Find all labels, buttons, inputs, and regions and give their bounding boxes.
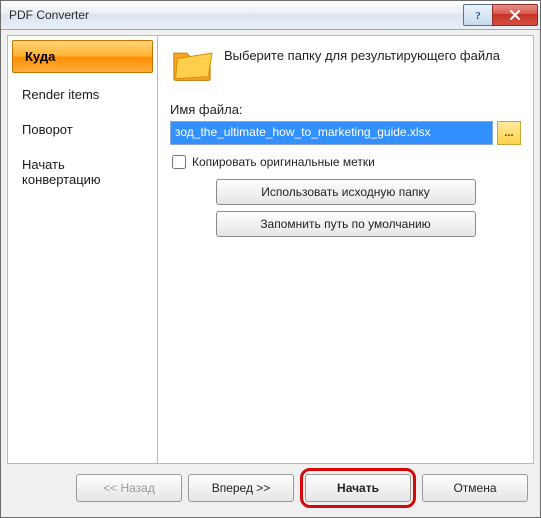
sidebar-item-destination[interactable]: Куда: [12, 40, 153, 73]
dialog-window: PDF Converter ? Куда Render items Поворо: [0, 0, 541, 518]
sidebar-item-label: Поворот: [22, 122, 73, 137]
footer: << Назад Вперед >> Начать Отмена: [7, 464, 534, 511]
content-header: Выберите папку для результирующего файла: [170, 44, 521, 84]
close-icon: [509, 9, 521, 21]
use-source-folder-button[interactable]: Использовать исходную папку: [216, 179, 476, 205]
content-panel: Выберите папку для результирующего файла…: [157, 35, 534, 464]
next-button[interactable]: Вперед >>: [188, 474, 294, 502]
button-stack: Использовать исходную папку Запомнить пу…: [170, 179, 521, 237]
copy-labels-row: Копировать оригинальные метки: [170, 155, 521, 169]
window-title: PDF Converter: [1, 8, 463, 22]
svg-text:?: ?: [475, 10, 481, 21]
sidebar: Куда Render items Поворот Начать конверт…: [7, 35, 157, 464]
filename-label: Имя файла:: [170, 102, 521, 117]
highlight-annotation: Начать: [300, 468, 416, 508]
button-label: << Назад: [103, 481, 155, 495]
close-button[interactable]: [492, 4, 538, 26]
help-icon: ?: [472, 9, 484, 21]
folder-icon: [170, 44, 214, 84]
sidebar-item-label: Начать конвертацию: [22, 157, 101, 187]
browse-label: ...: [504, 127, 513, 139]
back-button[interactable]: << Назад: [76, 474, 182, 502]
copy-labels-checkbox[interactable]: [172, 155, 186, 169]
sidebar-item-label: Куда: [25, 49, 55, 64]
sidebar-item-start-conv[interactable]: Начать конвертацию: [8, 147, 157, 197]
button-label: Отмена: [453, 481, 496, 495]
remember-path-button[interactable]: Запомнить путь по умолчанию: [216, 211, 476, 237]
sidebar-item-rotate[interactable]: Поворот: [8, 112, 157, 147]
main-row: Куда Render items Поворот Начать конверт…: [7, 35, 534, 464]
filename-row: зод_the_ultimate_how_to_marketing_guide.…: [170, 121, 521, 145]
button-label: Запомнить путь по умолчанию: [260, 217, 430, 231]
browse-button[interactable]: ...: [497, 121, 521, 145]
filename-value: зод_the_ultimate_how_to_marketing_guide.…: [171, 122, 492, 144]
button-label: Вперед >>: [212, 481, 271, 495]
dialog-body: Куда Render items Поворот Начать конверт…: [1, 30, 540, 517]
copy-labels-text: Копировать оригинальные метки: [192, 155, 375, 169]
help-button[interactable]: ?: [463, 4, 492, 26]
sidebar-item-label: Render items: [22, 87, 99, 102]
cancel-button[interactable]: Отмена: [422, 474, 528, 502]
button-label: Использовать исходную папку: [261, 185, 430, 199]
sidebar-item-render[interactable]: Render items: [8, 77, 157, 112]
button-label: Начать: [337, 481, 379, 495]
content-header-text: Выберите папку для результирующего файла: [224, 44, 500, 63]
filename-input[interactable]: зод_the_ultimate_how_to_marketing_guide.…: [170, 121, 493, 145]
title-bar: PDF Converter ?: [1, 1, 540, 30]
start-button[interactable]: Начать: [305, 474, 411, 502]
